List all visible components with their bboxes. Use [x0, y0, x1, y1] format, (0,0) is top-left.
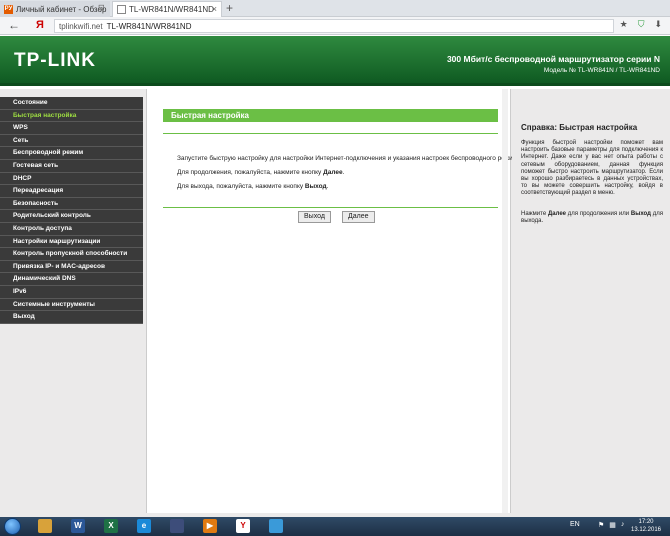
browser-addressbar: ← Я tplinkwifi.net TL-WR841N/WR841ND ★ ⛉… — [0, 17, 670, 35]
sidebar-item[interactable]: Привязка IP- и MAC-адресов — [0, 260, 143, 274]
sidebar-item[interactable]: Системные инструменты — [0, 298, 143, 312]
back-arrow-icon[interactable]: ← — [8, 18, 20, 32]
sidebar-item[interactable]: Родительский контроль — [0, 210, 143, 223]
taskbar-yandex-icon[interactable]: Y — [236, 519, 250, 533]
protect-shield-icon[interactable]: ⛉ — [638, 19, 645, 30]
taskbar-word-icon[interactable]: W — [71, 519, 85, 533]
model-number: Модель № TL-WR841N / TL-WR841ND — [543, 67, 660, 74]
page-favicon-icon — [117, 5, 126, 14]
next-instruction-text: Для продолжения, пожалуйста, нажмите кно… — [177, 169, 324, 176]
download-icon[interactable]: ⬇ — [654, 19, 662, 30]
help-hint-text: для продолжения или — [566, 211, 631, 217]
taskbar-ie-icon[interactable]: e — [137, 519, 151, 533]
sidebar-item[interactable]: Выход — [0, 311, 143, 324]
sidebar-item[interactable]: Быстрая настройка — [0, 109, 143, 123]
sidebar-item[interactable]: Контроль доступа — [0, 222, 143, 236]
volume-icon[interactable]: ♪ — [621, 521, 625, 529]
windows-taskbar: EN ⚑ ▦ ♪ 17:20 13.12.2016 W Xe ▶ Y — [0, 517, 670, 536]
address-host: tplinkwifi.net — [59, 21, 103, 31]
address-actions: ★ ⛉ ⬇ — [620, 19, 662, 30]
system-tray: ⚑ ▦ ♪ — [598, 521, 624, 529]
pin-icon[interactable]: ⊡ — [98, 3, 105, 12]
main-panel: Быстрая настройка Запустите быструю наст… — [146, 89, 523, 513]
exit-button[interactable]: Выход — [298, 211, 331, 223]
sidebar-item[interactable]: Состояние — [0, 97, 143, 110]
tplink-logo: TP-LINK — [14, 50, 96, 71]
close-tab-icon[interactable]: × — [212, 4, 217, 14]
start-button[interactable] — [4, 518, 21, 535]
exit-instruction: Для выхода, пожалуйста, нажмите кнопку В… — [177, 183, 328, 190]
taskbar-media-icon[interactable]: ▶ — [203, 519, 217, 533]
yandex-logo-icon[interactable]: Я — [36, 19, 44, 31]
clock-date: 13.12.2016 — [630, 527, 662, 533]
sidebar-item[interactable]: Беспроводной режим — [0, 147, 143, 160]
sidebar-item[interactable]: DHCP — [0, 172, 143, 186]
section-title: Быстрая настройка — [163, 109, 498, 122]
address-page-title: TL-WR841N/WR841ND — [106, 21, 192, 31]
exit-instruction-suffix: . — [326, 183, 329, 190]
taskbar-excel-icon[interactable]: X — [104, 519, 118, 533]
scrollbar[interactable] — [502, 89, 508, 513]
exit-instruction-text: Для выхода, пожалуйста, нажмите кнопку — [177, 183, 305, 190]
sidebar-item[interactable]: Сеть — [0, 134, 143, 148]
tab-title: TL-WR841N/WR841ND — [129, 5, 214, 14]
product-title: 300 Мбит/с беспроводной маршрутизатор се… — [446, 54, 660, 64]
tab-router[interactable]: TL-WR841N/WR841ND × — [112, 1, 222, 17]
taskbar-tool-icon[interactable] — [269, 519, 283, 533]
tab-title: Личный кабинет - Обзор — [16, 4, 107, 14]
new-tab-button[interactable]: + — [226, 1, 233, 15]
tab-lichny-kabinet[interactable]: РУ Личный кабинет - Обзор ⊡ — [0, 1, 110, 17]
language-indicator[interactable]: EN — [570, 521, 580, 528]
help-hint-exit: Выход — [630, 211, 651, 217]
sidebar-item[interactable]: Переадресация — [0, 185, 143, 198]
address-input[interactable]: tplinkwifi.net TL-WR841N/WR841ND — [54, 19, 614, 33]
next-button[interactable]: Далее — [342, 211, 375, 223]
network-icon[interactable]: ▦ — [609, 521, 616, 529]
divider — [163, 133, 498, 134]
help-hint-next: Далее — [547, 211, 567, 217]
sidebar-item[interactable]: Динамический DNS — [0, 273, 143, 286]
next-instruction-suffix: . — [342, 169, 345, 176]
sidebar-item[interactable]: Контроль пропускной способности — [0, 248, 143, 261]
divider — [163, 207, 498, 208]
help-title: Справка: Быстрая настройка — [521, 123, 638, 132]
sidebar-item[interactable]: Гостевая сеть — [0, 159, 143, 173]
browser-tabbar: РУ Личный кабинет - Обзор ⊡ TL-WR841N/WR… — [0, 0, 670, 17]
page-body: Состояние Быстрая настройка WPS Сеть Беспров… — [0, 89, 670, 517]
sidebar-item[interactable]: WPS — [0, 122, 143, 135]
clock-time: 17:20 — [638, 519, 654, 525]
star-icon[interactable]: ★ — [620, 19, 628, 30]
exit-instruction-bold: Выход — [304, 183, 327, 190]
sidebar-menu: Состояние Быстрая настройка WPS Сеть Беспров… — [0, 97, 143, 324]
next-instruction-bold: Далее — [323, 169, 343, 176]
tab-favicon-icon: РУ — [4, 4, 13, 14]
router-header: TP-LINK 300 Мбит/с беспроводной маршрути… — [0, 36, 670, 86]
intro-text: Запустите быструю настройку для настройк… — [177, 155, 523, 162]
flag-icon[interactable]: ⚑ — [598, 521, 604, 529]
sidebar-item[interactable]: IPv6 — [0, 285, 143, 299]
sidebar-item[interactable]: Безопасность — [0, 197, 143, 211]
help-hint-text: Нажмите — [521, 211, 548, 217]
taskbar-folder-icon[interactable] — [38, 519, 52, 533]
help-hint: Нажмите Далее для продолжения или Выход … — [521, 211, 663, 225]
clock[interactable]: 17:20 13.12.2016 — [626, 518, 666, 534]
help-text: Функция быстрой настройки поможет вам на… — [521, 140, 663, 197]
help-panel: Справка: Быстрая настройка Функция быстр… — [512, 89, 670, 513]
taskbar-floppy-icon[interactable] — [170, 519, 184, 533]
next-instruction: Для продолжения, пожалуйста, нажмите кно… — [177, 169, 344, 176]
sidebar-item[interactable]: Настройки маршрутизации — [0, 235, 143, 249]
